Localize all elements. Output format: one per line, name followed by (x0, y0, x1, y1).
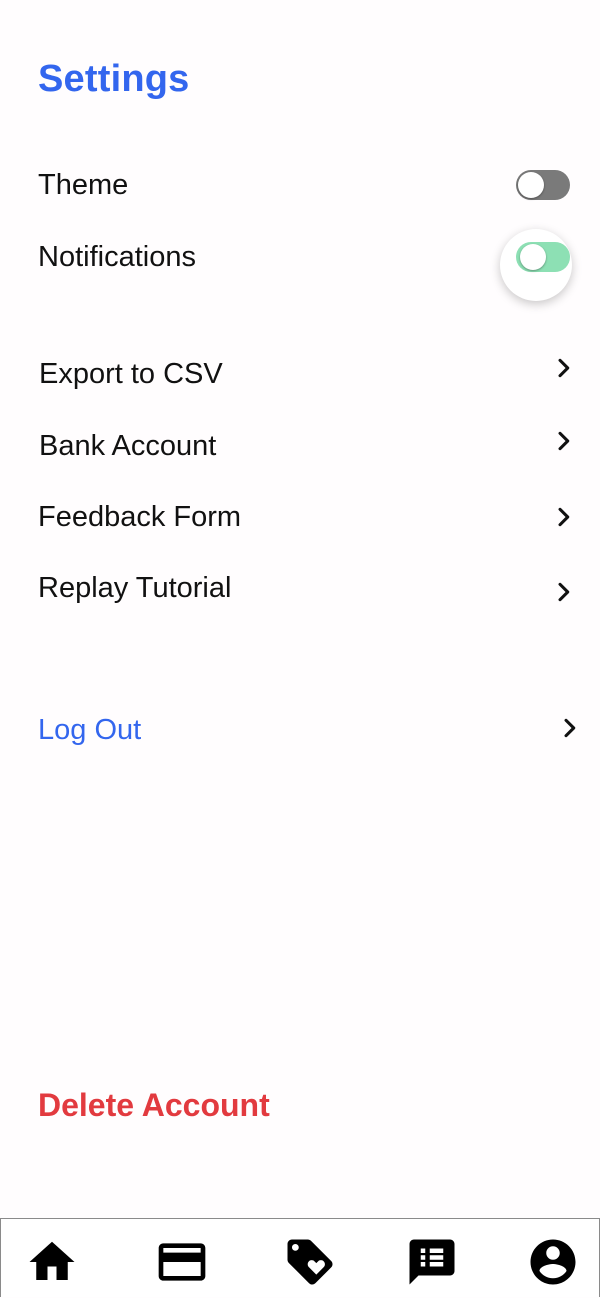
menu-item-export-csv[interactable]: Export to CSV (0, 346, 600, 402)
home-icon (29, 1241, 75, 1280)
menu-item-label: Feedback Form (38, 501, 242, 533)
theme-label: Theme (38, 169, 129, 201)
menu-item-label: Replay Tutorial (38, 572, 232, 604)
nav-profile[interactable] (525, 1237, 581, 1287)
notifications-label: Notifications (38, 241, 196, 273)
chevron-right-icon (558, 507, 570, 527)
logout-row[interactable]: Log Out (0, 702, 600, 758)
chevron-right-icon (558, 358, 570, 378)
nav-home[interactable] (24, 1237, 80, 1287)
chevron-right-icon (558, 431, 570, 451)
menu-item-feedback-form[interactable]: Feedback Form (0, 489, 600, 545)
toggle-knob (518, 172, 544, 198)
menu-item-replay-tutorial[interactable]: Replay Tutorial (0, 560, 600, 616)
bottom-nav (0, 1218, 600, 1297)
message-list-icon (409, 1239, 455, 1285)
nav-tags[interactable] (282, 1237, 338, 1287)
nav-messages[interactable] (404, 1237, 460, 1287)
menu-item-label: Bank Account (39, 430, 217, 462)
menu-item-bank-account[interactable]: Bank Account (0, 418, 600, 474)
credit-card-icon (158, 1243, 206, 1281)
delete-account-button[interactable]: Delete Account (38, 1087, 270, 1124)
theme-toggle[interactable] (516, 170, 570, 200)
page-title: Settings (38, 58, 190, 100)
nav-cards[interactable] (154, 1237, 210, 1287)
theme-row[interactable]: Theme (0, 157, 600, 213)
tag-heart-icon (287, 1239, 333, 1285)
toggle-knob (520, 244, 546, 270)
account-icon (530, 1239, 576, 1285)
chevron-right-icon (558, 582, 570, 602)
menu-item-label: Export to CSV (39, 358, 223, 390)
notifications-toggle[interactable] (516, 242, 570, 272)
chevron-right-icon (564, 718, 576, 738)
logout-label: Log Out (38, 714, 142, 746)
